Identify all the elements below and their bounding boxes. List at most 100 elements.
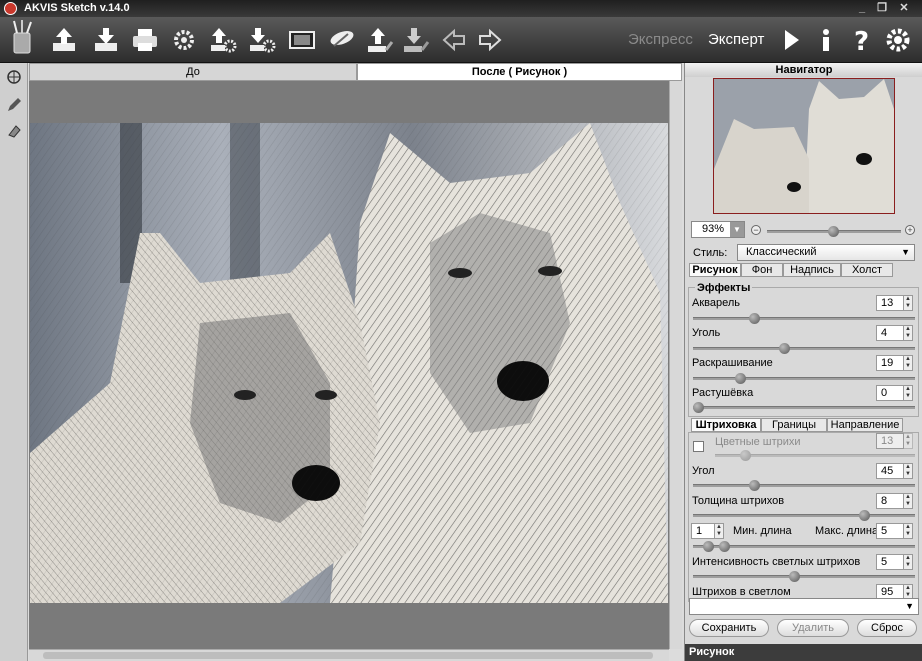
zoom-slider-knob[interactable] — [828, 226, 839, 237]
charcoal-label: Уголь — [692, 327, 721, 339]
angle-stepper[interactable]: ▲ ▼ — [903, 463, 913, 479]
zoom-out-icon[interactable]: − — [751, 225, 761, 235]
light-intensity-slider[interactable] — [693, 571, 915, 582]
thickness-slider[interactable] — [693, 510, 915, 521]
coloring-input[interactable]: 19 — [876, 355, 904, 371]
tab-direction[interactable]: Направление — [827, 418, 903, 432]
run-icon[interactable] — [775, 24, 807, 56]
thickness-input[interactable]: 8 — [876, 493, 904, 509]
charcoal-input[interactable]: 4 — [876, 325, 904, 341]
coloring-slider-knob[interactable] — [735, 373, 746, 384]
import-icon[interactable] — [400, 24, 432, 56]
style-value: Классический — [746, 246, 817, 258]
vertical-scrollbar[interactable] — [669, 81, 682, 649]
back-icon[interactable] — [438, 24, 470, 56]
coloring-stepper[interactable]: ▲ ▼ — [903, 355, 913, 371]
pencil-tool-icon[interactable] — [4, 95, 24, 115]
tab-canvas[interactable]: Холст — [841, 263, 893, 277]
filmstrip-icon[interactable] — [286, 24, 318, 56]
navigate-tool-icon[interactable] — [4, 67, 24, 87]
tab-before[interactable]: До — [29, 63, 357, 81]
mode-express[interactable]: Экспресс — [628, 31, 693, 48]
length-min-knob[interactable] — [703, 541, 714, 552]
angle-slider-knob[interactable] — [749, 480, 760, 491]
zoom-select[interactable]: 93% ▼ — [691, 221, 745, 238]
presets-icon[interactable] — [326, 24, 358, 56]
light-intensity-input[interactable]: 5 — [876, 554, 904, 570]
tools-sidebar — [0, 63, 28, 661]
charcoal-stepper[interactable]: ▲ ▼ — [903, 325, 913, 341]
zoom-slider[interactable] — [767, 226, 901, 237]
tab-drawing[interactable]: Рисунок — [689, 263, 741, 277]
tab-background[interactable]: Фон — [741, 263, 783, 277]
chevron-down-icon: ▼ — [905, 601, 914, 611]
eraser-tool-icon[interactable] — [4, 121, 24, 141]
blur-stepper[interactable]: ▲ ▼ — [903, 385, 913, 401]
watercolor-slider-knob[interactable] — [749, 313, 760, 324]
blur-input[interactable]: 0 — [876, 385, 904, 401]
angle-input[interactable]: 45 — [876, 463, 904, 479]
minimize-icon[interactable]: _ — [854, 2, 870, 15]
help-icon[interactable]: ? — [846, 24, 878, 56]
watercolor-slider[interactable] — [693, 313, 915, 324]
sketch-image — [30, 123, 668, 603]
max-length-stepper[interactable]: ▲ ▼ — [903, 523, 913, 539]
style-select[interactable]: Классический ▼ — [737, 244, 915, 261]
batch-download-icon[interactable] — [246, 24, 278, 56]
reset-button[interactable]: Сброс — [857, 619, 917, 637]
navigator-preview[interactable] — [713, 78, 895, 214]
chevron-down-icon[interactable]: ▼ — [730, 222, 744, 237]
mode-expert[interactable]: Эксперт — [708, 31, 764, 48]
blur-slider[interactable] — [693, 402, 915, 413]
status-footer: Рисунок — [685, 644, 922, 661]
chevron-down-icon: ▼ — [901, 247, 910, 257]
horizontal-scrollbar[interactable] — [29, 649, 669, 661]
colored-strokes-label: Цветные штрихи — [715, 436, 801, 448]
settings-icon[interactable] — [168, 24, 200, 56]
forward-icon[interactable] — [474, 24, 506, 56]
print-icon[interactable] — [129, 24, 161, 56]
length-max-knob[interactable] — [719, 541, 730, 552]
preferences-gear-icon[interactable] — [882, 24, 914, 56]
light-intensity-stepper[interactable]: ▲ ▼ — [903, 554, 913, 570]
tab-after[interactable]: После ( Рисунок ) — [357, 63, 682, 81]
thickness-stepper[interactable]: ▲ ▼ — [903, 493, 913, 509]
colored-strokes-knob — [740, 450, 751, 461]
open-icon[interactable] — [48, 24, 80, 56]
tab-hatching[interactable]: Штриховка — [691, 418, 761, 432]
light-intensity-knob[interactable] — [789, 571, 800, 582]
max-length-input[interactable]: 5 — [876, 523, 904, 539]
min-length-stepper[interactable]: ▲ ▼ — [714, 523, 724, 539]
watercolor-input[interactable]: 13 — [876, 295, 904, 311]
charcoal-slider[interactable] — [693, 343, 915, 354]
min-length-input[interactable]: 1 — [691, 523, 715, 539]
length-range-slider[interactable] — [693, 541, 915, 552]
close-icon[interactable]: ✕ — [896, 2, 912, 15]
colored-strokes-slider — [715, 450, 915, 461]
brush-cup-icon — [6, 20, 38, 54]
thickness-slider-knob[interactable] — [859, 510, 870, 521]
save-preset-button[interactable]: Сохранить — [689, 619, 769, 637]
info-icon[interactable] — [810, 24, 842, 56]
angle-slider[interactable] — [693, 480, 915, 491]
batch-upload-icon[interactable] — [207, 24, 239, 56]
image-canvas[interactable] — [29, 81, 669, 649]
watercolor-stepper[interactable]: ▲ ▼ — [903, 295, 913, 311]
tab-edges[interactable]: Границы — [761, 418, 827, 432]
light-strokes-label: Штрихов в светлом — [692, 586, 791, 598]
save-icon[interactable] — [90, 24, 122, 56]
blur-slider-knob[interactable] — [693, 402, 704, 413]
charcoal-slider-knob[interactable] — [779, 343, 790, 354]
scroll-thumb[interactable] — [43, 652, 653, 659]
share-icon[interactable] — [364, 24, 396, 56]
colored-strokes-checkbox[interactable] — [693, 441, 704, 452]
view-tabs: До После ( Рисунок ) — [29, 63, 682, 81]
watercolor-label: Акварель — [692, 297, 741, 309]
presets-select[interactable]: ▼ — [689, 598, 919, 615]
restore-icon[interactable]: ❐ — [874, 2, 890, 15]
tab-text[interactable]: Надпись — [783, 263, 841, 277]
coloring-slider[interactable] — [693, 373, 915, 384]
app-icon — [4, 2, 17, 15]
zoom-in-icon[interactable]: + — [905, 225, 915, 235]
delete-preset-button[interactable]: Удалить — [777, 619, 849, 637]
